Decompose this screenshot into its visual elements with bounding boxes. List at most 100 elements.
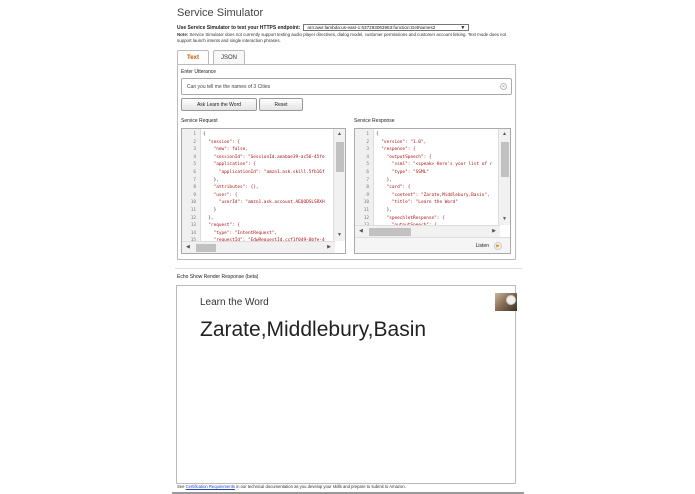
code-line: 11 }: [182, 207, 333, 215]
scroll-up-icon[interactable]: ▲: [337, 132, 342, 137]
echo-render-label: Echo Show Render Response (beta): [177, 274, 259, 280]
footer-prefix: See: [177, 484, 186, 489]
code-line: 12 "speechletResponse": {: [355, 215, 498, 223]
footer-suffix: in our technical documentation as you de…: [234, 484, 406, 489]
listen-bar: Listen ▶: [355, 237, 510, 253]
listen-label: Listen: [475, 243, 489, 249]
code-line: 12 },: [182, 215, 333, 223]
mode-tabs: Text JSON: [177, 50, 249, 65]
tab-json[interactable]: JSON: [213, 50, 245, 64]
clear-icon[interactable]: ✕: [500, 83, 507, 90]
code-line: 10 "title": "Learn the Word": [355, 199, 498, 207]
scroll-right-icon[interactable]: ▶: [327, 245, 331, 250]
code-line: 7 },: [182, 177, 333, 185]
code-text: "new": false,: [203, 147, 248, 153]
request-horizontal-thumb[interactable]: [196, 244, 216, 252]
code-line: 3 "response": {: [355, 146, 498, 154]
tab-text[interactable]: Text: [177, 50, 209, 65]
line-number: 5: [193, 162, 196, 168]
line-number: 9: [366, 192, 369, 198]
line-number: 5: [366, 162, 369, 168]
code-line: 4 "outputSpeech": {: [355, 154, 498, 162]
utterance-label: Enter Utterance: [181, 69, 217, 75]
request-horizontal-scrollbar[interactable]: ◀ ▶: [182, 241, 335, 253]
code-text: "applicationId": "amzn1.ask.skill.5fb16f: [203, 170, 325, 175]
request-vertical-thumb[interactable]: [336, 142, 344, 172]
code-line: 9 "content": "Zarate,Middlebury,Basin",: [355, 192, 498, 200]
line-number: 12: [363, 215, 369, 221]
code-text: "application": {: [203, 162, 256, 168]
code-line: 1{: [182, 131, 333, 139]
code-text: "outputSpeech": {: [376, 154, 432, 160]
certification-requirements-link[interactable]: Certification Requirements: [186, 484, 235, 489]
echo-show-render: Learn the Word Zarate,Middlebury,Basin: [176, 285, 517, 484]
line-number: 11: [363, 208, 369, 213]
response-vertical-scrollbar[interactable]: ▲ ▼: [498, 129, 510, 225]
code-text: "sessionId": "SessionId.aeabae39-ac56-45…: [203, 154, 325, 160]
code-line: 8 "attributes": {},: [182, 184, 333, 192]
ask-button[interactable]: Ask Learn the Word: [181, 98, 257, 111]
divider: [175, 268, 522, 269]
code-text: {: [203, 132, 206, 137]
code-line: 13 "request": {: [182, 222, 333, 230]
line-number: 13: [190, 223, 196, 229]
code-text: "title": "Learn the Word": [376, 200, 458, 206]
skill-thumbnail-image: [495, 293, 517, 311]
code-text: "card": {: [376, 185, 411, 191]
footer-note: See Certification Requirements in our te…: [177, 484, 406, 489]
code-text: "userId": "amzn1.ask.account.AEQODSLSRXH: [203, 200, 325, 206]
code-text: "attributes": {},: [203, 185, 259, 191]
request-editor[interactable]: 1{2 "session": {3 "new": false, 4 "sessio…: [181, 128, 346, 254]
code-text: "ssml": "<speak> Here's your list of r: [376, 162, 493, 168]
listen-button[interactable]: Listen ▶: [476, 242, 502, 250]
response-vertical-thumb[interactable]: [501, 142, 509, 177]
scroll-down-icon[interactable]: ▼: [502, 217, 507, 222]
response-code[interactable]: 1{2 "version": "1.0", 3 "response": {4 "o…: [355, 129, 498, 225]
code-text: },: [203, 215, 214, 221]
line-number: 10: [190, 200, 196, 206]
line-number: 6: [193, 170, 196, 175]
response-horizontal-scrollbar[interactable]: ◀ ▶: [355, 225, 500, 237]
reset-button[interactable]: Reset: [259, 98, 303, 111]
chevron-down-icon: ▼: [460, 24, 466, 31]
code-line: 11 },: [355, 207, 498, 215]
scroll-left-icon[interactable]: ◀: [186, 245, 190, 250]
code-text: "user": {: [203, 192, 238, 198]
line-number: 11: [190, 208, 196, 213]
endpoint-select[interactable]: arn:aws:lambda:us-east-1:637293063953:fu…: [303, 24, 470, 31]
scroll-right-icon[interactable]: ▶: [492, 229, 496, 234]
response-horizontal-thumb[interactable]: [369, 228, 411, 236]
code-line: 2 "version": "1.0",: [355, 139, 498, 147]
coffee-cup-icon: [506, 295, 516, 305]
code-line: 6 "applicationId": "amzn1.ask.skill.5fb1…: [182, 169, 333, 177]
play-icon: ▶: [494, 242, 502, 250]
line-number: 2: [193, 139, 196, 145]
line-number: 1: [193, 132, 196, 137]
line-number: 9: [193, 192, 196, 198]
code-line: 14 "type": "IntentRequest",: [182, 230, 333, 238]
scroll-up-icon[interactable]: ▲: [502, 132, 507, 137]
page-title: Service Simulator: [177, 7, 264, 19]
code-line: 4 "sessionId": "SessionId.aeabae39-ac56-…: [182, 154, 333, 162]
code-text: "request": {: [203, 223, 241, 229]
request-code[interactable]: 1{2 "session": {3 "new": false, 4 "sessio…: [182, 129, 333, 241]
code-line: 3 "new": false,: [182, 146, 333, 154]
line-number: 1: [366, 132, 369, 137]
code-line: 6 "type": "SSML": [355, 169, 498, 177]
service-response-label: Service Response: [354, 118, 395, 124]
code-text: },: [376, 177, 392, 183]
code-line: 2 "session": {: [182, 139, 333, 147]
scroll-left-icon[interactable]: ◀: [359, 229, 363, 234]
response-editor[interactable]: 1{2 "version": "1.0", 3 "response": {4 "o…: [354, 128, 511, 254]
line-number: 12: [190, 215, 196, 221]
scroll-down-icon[interactable]: ▼: [337, 233, 342, 238]
request-vertical-scrollbar[interactable]: ▲ ▼: [333, 129, 345, 241]
endpoint-value: arn:aws:lambda:us-east-1:637293063953:fu…: [307, 25, 436, 30]
line-number: 8: [366, 185, 369, 191]
echo-card-content: Zarate,Middlebury,Basin: [200, 318, 427, 341]
endpoint-label: Use Service Simulator to test your HTTPS…: [177, 24, 301, 31]
line-number: 7: [193, 177, 196, 183]
line-number: 3: [366, 147, 369, 153]
code-line: 8 "card": {: [355, 184, 498, 192]
utterance-input[interactable]: Can you tell me the names of 3 Cities ✕: [181, 78, 512, 95]
